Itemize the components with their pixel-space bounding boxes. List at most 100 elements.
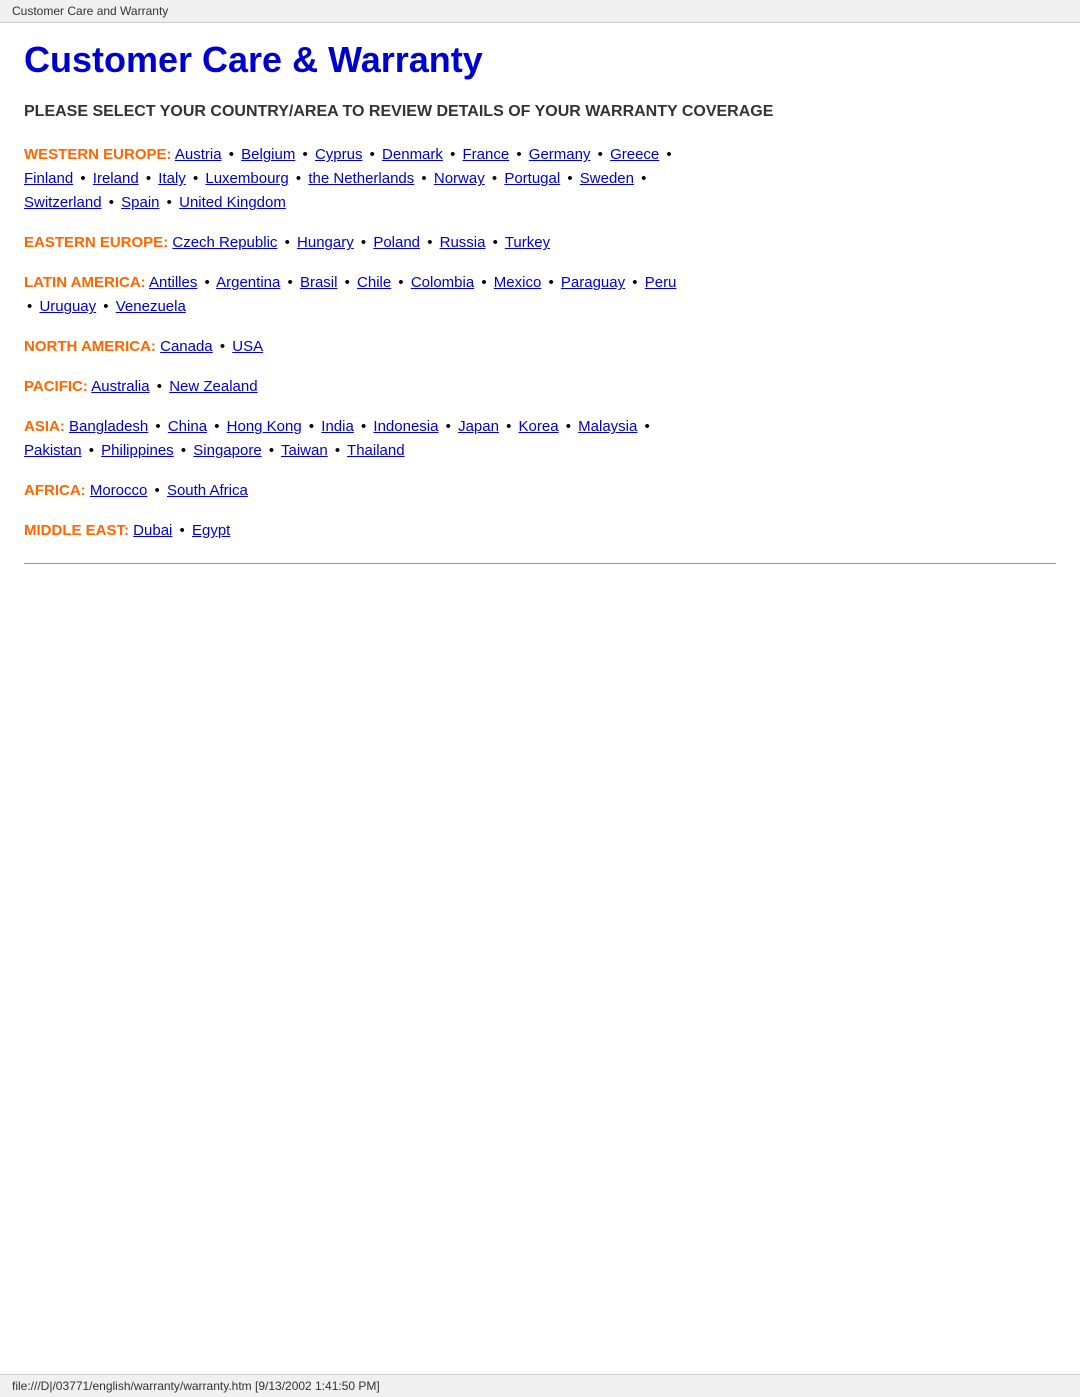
- country-link-switzerland[interactable]: Switzerland: [24, 194, 102, 211]
- country-link-argentina[interactable]: Argentina: [216, 274, 280, 291]
- country-link-singapore[interactable]: Singapore: [193, 442, 261, 459]
- bullet: •: [446, 146, 455, 163]
- country-link-belgium[interactable]: Belgium: [241, 146, 295, 163]
- country-link-bangladesh[interactable]: Bangladesh: [69, 418, 148, 435]
- bullet: •: [512, 146, 521, 163]
- country-link-luxembourg[interactable]: Luxembourg: [205, 170, 288, 187]
- page-subtitle: PLEASE SELECT YOUR COUNTRY/AREA TO REVIE…: [24, 101, 1056, 123]
- bullet: •: [175, 522, 184, 539]
- page-separator: [24, 563, 1056, 564]
- country-link-finland[interactable]: Finland: [24, 170, 73, 187]
- bullet: •: [502, 418, 511, 435]
- country-link-uruguay[interactable]: Uruguay: [39, 298, 96, 315]
- country-link-egypt[interactable]: Egypt: [192, 522, 230, 539]
- country-link-spain[interactable]: Spain: [121, 194, 159, 211]
- country-link-dubai[interactable]: Dubai: [133, 522, 172, 539]
- bullet: •: [441, 418, 450, 435]
- country-link-italy[interactable]: Italy: [158, 170, 186, 187]
- bullet: •: [662, 146, 671, 163]
- country-link-norway[interactable]: Norway: [434, 170, 485, 187]
- bullet: •: [628, 274, 637, 291]
- country-link-poland[interactable]: Poland: [373, 234, 420, 251]
- country-link-hungary[interactable]: Hungary: [297, 234, 354, 251]
- country-link-russia[interactable]: Russia: [440, 234, 486, 251]
- country-link-venezuela[interactable]: Venezuela: [116, 298, 186, 315]
- country-link-philippines[interactable]: Philippines: [101, 442, 174, 459]
- country-link-korea[interactable]: Korea: [519, 418, 559, 435]
- region-middle-east: MIDDLE EAST: Dubai • Egypt: [24, 519, 1056, 543]
- bullet: •: [225, 146, 234, 163]
- bullet: •: [477, 274, 486, 291]
- country-link-usa[interactable]: USA: [232, 338, 263, 355]
- region-label-western-europe: WESTERN EUROPE:: [24, 146, 172, 163]
- country-link-germany[interactable]: Germany: [529, 146, 591, 163]
- bullet: •: [305, 418, 314, 435]
- bullet: •: [365, 146, 374, 163]
- country-link-indonesia[interactable]: Indonesia: [373, 418, 438, 435]
- bullet: •: [357, 234, 366, 251]
- country-link-cyprus[interactable]: Cyprus: [315, 146, 363, 163]
- country-link-ireland[interactable]: Ireland: [93, 170, 139, 187]
- country-link-sweden[interactable]: Sweden: [580, 170, 634, 187]
- browser-tab-label: Customer Care and Warranty: [12, 4, 168, 18]
- country-link-taiwan[interactable]: Taiwan: [281, 442, 328, 459]
- country-link-china[interactable]: China: [168, 418, 207, 435]
- country-link-malaysia[interactable]: Malaysia: [578, 418, 637, 435]
- bullet: •: [292, 170, 301, 187]
- bullet: •: [640, 418, 649, 435]
- country-link-austria[interactable]: Austria: [175, 146, 222, 163]
- bullet: •: [423, 234, 432, 251]
- country-link-czech-republic[interactable]: Czech Republic: [172, 234, 277, 251]
- country-link-thailand[interactable]: Thailand: [347, 442, 405, 459]
- bullet: •: [163, 194, 172, 211]
- region-eastern-europe: EASTERN EUROPE: Czech Republic • Hungary…: [24, 231, 1056, 255]
- country-link-turkey[interactable]: Turkey: [505, 234, 550, 251]
- country-link-australia[interactable]: Australia: [91, 378, 149, 395]
- country-link-brasil[interactable]: Brasil: [300, 274, 338, 291]
- bullet: •: [417, 170, 426, 187]
- country-link-chile[interactable]: Chile: [357, 274, 391, 291]
- region-label-middle-east: MIDDLE EAST:: [24, 522, 129, 539]
- country-link-portugal[interactable]: Portugal: [504, 170, 560, 187]
- country-link-mexico[interactable]: Mexico: [494, 274, 542, 291]
- country-link-greece[interactable]: Greece: [610, 146, 659, 163]
- country-link-antilles[interactable]: Antilles: [149, 274, 197, 291]
- status-bar-text: file:///D|/03771/english/warranty/warran…: [12, 1379, 380, 1393]
- bullet: •: [85, 442, 94, 459]
- country-link-denmark[interactable]: Denmark: [382, 146, 443, 163]
- region-label-north-america: NORTH AMERICA:: [24, 338, 156, 355]
- bullet: •: [210, 418, 219, 435]
- country-link-new-zealand[interactable]: New Zealand: [169, 378, 257, 395]
- bullet: •: [357, 418, 366, 435]
- country-link-morocco[interactable]: Morocco: [90, 482, 148, 499]
- country-link-hong-kong[interactable]: Hong Kong: [227, 418, 302, 435]
- bullet: •: [562, 418, 571, 435]
- bullet: •: [394, 274, 403, 291]
- country-link-india[interactable]: India: [321, 418, 354, 435]
- bullet: •: [298, 146, 307, 163]
- bullet: •: [200, 274, 209, 291]
- country-link-france[interactable]: France: [463, 146, 510, 163]
- bullet: •: [76, 170, 85, 187]
- country-link-paraguay[interactable]: Paraguay: [561, 274, 625, 291]
- bullet: •: [265, 442, 274, 459]
- bullet: •: [340, 274, 349, 291]
- bullet: •: [27, 298, 32, 315]
- region-latin-america: LATIN AMERICA: Antilles • Argentina • Br…: [24, 271, 1056, 319]
- country-link-pakistan[interactable]: Pakistan: [24, 442, 82, 459]
- bullet: •: [488, 234, 497, 251]
- country-link-united-kingdom[interactable]: United Kingdom: [179, 194, 286, 211]
- bullet: •: [280, 234, 289, 251]
- bullet: •: [189, 170, 198, 187]
- region-western-europe: WESTERN EUROPE: Austria • Belgium • Cypr…: [24, 143, 1056, 215]
- country-link-netherlands[interactable]: the Netherlands: [308, 170, 414, 187]
- bullet: •: [563, 170, 572, 187]
- bullet: •: [637, 170, 646, 187]
- country-link-colombia[interactable]: Colombia: [411, 274, 474, 291]
- country-link-japan[interactable]: Japan: [458, 418, 499, 435]
- country-link-canada[interactable]: Canada: [160, 338, 213, 355]
- country-link-peru[interactable]: Peru: [645, 274, 677, 291]
- country-link-south-africa[interactable]: South Africa: [167, 482, 248, 499]
- region-north-america: NORTH AMERICA: Canada • USA: [24, 335, 1056, 359]
- bullet: •: [151, 418, 160, 435]
